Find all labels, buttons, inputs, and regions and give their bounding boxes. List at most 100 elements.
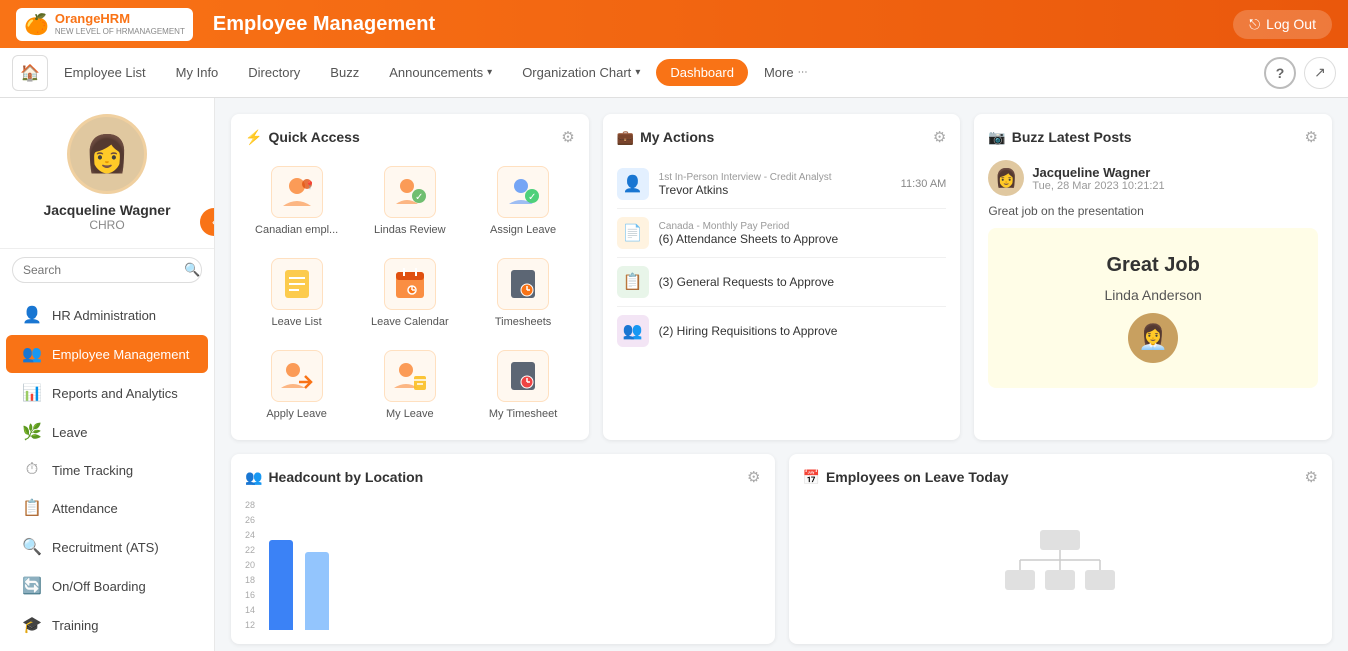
avatar-face: 👩 — [85, 133, 130, 175]
action-hiring-text: (2) Hiring Requisitions to Approve — [659, 324, 947, 338]
nav-my-info[interactable]: My Info — [162, 59, 233, 86]
employees-leave-settings-icon[interactable]: ⚙ — [1305, 468, 1318, 486]
qa-apply-leave-label: Apply Leave — [266, 408, 327, 420]
sidebar-item-time-tracking-label: Time Tracking — [52, 463, 133, 478]
nav-org-chart[interactable]: Organization Chart ▾ — [508, 59, 654, 86]
sidebar-item-hr-admin-label: HR Administration — [52, 308, 156, 323]
action-item-interview[interactable]: 👤 1st In-Person Interview - Credit Analy… — [617, 160, 947, 209]
search-icon[interactable]: 🔍 — [184, 262, 200, 278]
headcount-settings-icon[interactable]: ⚙ — [747, 468, 760, 486]
y-label-20: 20 — [245, 560, 255, 570]
qa-leave-list-icon — [271, 258, 323, 310]
employees-leave-content — [803, 500, 1319, 630]
sidebar-item-training-label: Training — [52, 618, 98, 633]
nav-announcements[interactable]: Announcements ▾ — [375, 59, 506, 86]
sidebar-item-employee-mgmt[interactable]: 👥 Employee Management — [6, 335, 208, 373]
qa-assign-leave[interactable]: ✓ Assign Leave — [471, 160, 574, 242]
logo[interactable]: 🍊 OrangeHRM NEW LEVEL OF HRMANAGEMENT — [16, 8, 193, 41]
share-button[interactable]: ↗ — [1304, 57, 1336, 89]
action-attendance-main: (6) Attendance Sheets to Approve — [659, 232, 947, 246]
buzz-avatar: 👩 — [988, 160, 1024, 196]
recruitment-icon: 🔍 — [22, 537, 42, 557]
quick-access-settings-icon[interactable]: ⚙ — [561, 128, 574, 146]
action-item-hiring[interactable]: 👥 (2) Hiring Requisitions to Approve — [617, 307, 947, 355]
sidebar-item-leave-label: Leave — [52, 425, 87, 440]
y-label-12: 12 — [245, 620, 255, 630]
qa-timesheets[interactable]: Timesheets — [471, 252, 574, 334]
onboarding-icon: 🔄 — [22, 576, 42, 596]
nav-directory[interactable]: Directory — [234, 59, 314, 86]
sidebar-item-onboarding-label: On/Off Boarding — [52, 579, 146, 594]
search-input[interactable] — [23, 263, 178, 277]
sidebar-item-training[interactable]: 🎓 Training — [6, 606, 208, 644]
action-requests-main: (3) General Requests to Approve — [659, 275, 947, 289]
y-label-16: 16 — [245, 590, 255, 600]
qa-lindas-review[interactable]: ✓ Lindas Review — [358, 160, 461, 242]
app-title: Employee Management — [213, 13, 1233, 36]
qa-canadian-empl-label: Canadian empl... — [255, 224, 338, 236]
time-tracking-icon: ⏱ — [22, 461, 42, 479]
buzz-appreciation-card: Great Job Linda Anderson 👩‍💼 — [988, 228, 1318, 388]
sidebar: ‹ 👩 Jacqueline Wagner CHRO 🔍 👤 HR Admini… — [0, 98, 215, 651]
y-label-24: 24 — [245, 530, 255, 540]
buzz-title: 📷 Buzz Latest Posts — [988, 129, 1131, 146]
qa-my-leave[interactable]: My Leave — [358, 344, 461, 426]
navbar: 🏠 Employee List My Info Directory Buzz A… — [0, 48, 1348, 98]
qa-assign-leave-icon: ✓ — [497, 166, 549, 218]
nav-home-button[interactable]: 🏠 — [12, 55, 48, 91]
logout-button[interactable]: ⎋ Log Out — [1233, 10, 1332, 39]
buzz-author-date: Tue, 28 Mar 2023 10:21:21 — [1032, 180, 1164, 192]
logo-sub: NEW LEVEL OF HRMANAGEMENT — [55, 27, 185, 36]
search-box[interactable]: 🔍 — [12, 257, 202, 283]
sidebar-item-reports[interactable]: 📊 Reports and Analytics — [6, 374, 208, 412]
sidebar-item-leave[interactable]: 🌿 Leave — [6, 413, 208, 451]
sidebar-item-attendance-label: Attendance — [52, 501, 118, 516]
qa-canadian-empl[interactable]: 📍 Canadian empl... — [245, 160, 348, 242]
nav-employee-list-label: Employee List — [64, 65, 146, 80]
bar-1 — [269, 540, 293, 630]
hr-admin-icon: 👤 — [22, 305, 42, 325]
nav-employee-list[interactable]: Employee List — [50, 59, 160, 86]
action-requests-text: (3) General Requests to Approve — [659, 275, 947, 289]
buzz-icon: 📷 — [988, 129, 1005, 146]
buzz-author-info: Jacqueline Wagner Tue, 28 Mar 2023 10:21… — [1032, 165, 1164, 192]
nav-dashboard[interactable]: Dashboard — [656, 59, 748, 86]
sidebar-item-recruitment[interactable]: 🔍 Recruitment (ATS) — [6, 528, 208, 566]
y-label-22: 22 — [245, 545, 255, 555]
headcount-icon: 👥 — [245, 469, 262, 486]
qa-my-timesheet-icon — [497, 350, 549, 402]
action-item-attendance[interactable]: 📄 Canada - Monthly Pay Period (6) Attend… — [617, 209, 947, 258]
sidebar-nav: 👤 HR Administration 👥 Employee Managemen… — [0, 291, 214, 651]
qa-apply-leave[interactable]: Apply Leave — [245, 344, 348, 426]
chart-bars — [261, 500, 760, 630]
sidebar-item-onboarding[interactable]: 🔄 On/Off Boarding — [6, 567, 208, 605]
chart-y-axis: 28 26 24 22 20 18 16 14 12 — [245, 500, 261, 630]
bottom-row: 👥 Headcount by Location ⚙ 28 26 24 22 20… — [231, 454, 1332, 644]
action-item-requests[interactable]: 📋 (3) General Requests to Approve — [617, 258, 947, 307]
qa-my-leave-icon — [384, 350, 436, 402]
qa-assign-leave-label: Assign Leave — [490, 224, 556, 236]
nav-buzz[interactable]: Buzz — [316, 59, 373, 86]
help-button[interactable]: ? — [1264, 57, 1296, 89]
qa-my-timesheet[interactable]: My Timesheet — [471, 344, 574, 426]
employees-leave-title: 📅 Employees on Leave Today — [803, 469, 1009, 486]
nav-more-icon: ⋯ — [798, 67, 808, 78]
action-interview-sub: 1st In-Person Interview - Credit Analyst — [659, 172, 891, 183]
buzz-settings-icon[interactable]: ⚙ — [1305, 128, 1318, 146]
topbar: 🍊 OrangeHRM NEW LEVEL OF HRMANAGEMENT Em… — [0, 0, 1348, 48]
sidebar-item-attendance[interactable]: 📋 Attendance — [6, 489, 208, 527]
my-actions-settings-icon[interactable]: ⚙ — [933, 128, 946, 146]
qa-leave-list[interactable]: Leave List — [245, 252, 348, 334]
qa-lindas-review-label: Lindas Review — [374, 224, 446, 236]
employees-leave-icon: 📅 — [803, 469, 820, 486]
my-actions-header: 💼 My Actions ⚙ — [617, 128, 947, 146]
qa-leave-calendar[interactable]: Leave Calendar — [358, 252, 461, 334]
buzz-post: 👩 Jacqueline Wagner Tue, 28 Mar 2023 10:… — [988, 160, 1318, 388]
nav-more[interactable]: More ⋯ — [750, 59, 822, 86]
sidebar-item-more[interactable]: ▼ More — [6, 645, 208, 651]
sidebar-item-time-tracking[interactable]: ⏱ Time Tracking — [6, 452, 208, 488]
sidebar-item-hr-admin[interactable]: 👤 HR Administration — [6, 296, 208, 334]
buzz-author: 👩 Jacqueline Wagner Tue, 28 Mar 2023 10:… — [988, 160, 1318, 196]
my-actions-icon: 💼 — [617, 129, 634, 146]
svg-text:📍: 📍 — [305, 180, 315, 190]
